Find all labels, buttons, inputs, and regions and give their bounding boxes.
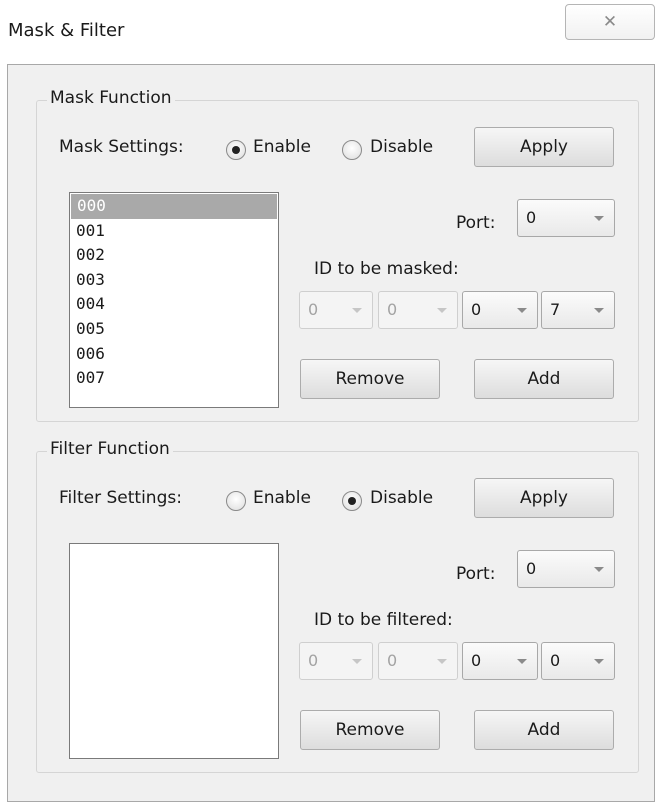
list-item[interactable]: 000 <box>71 194 277 219</box>
filter-add-button[interactable]: Add <box>474 710 614 750</box>
filter-id-digit-4[interactable]: 0 <box>541 642 615 680</box>
filter-id-digit-2: 0 <box>378 642 458 680</box>
filter-id-label: ID to be filtered: <box>314 610 453 630</box>
mask-remove-button[interactable]: Remove <box>300 359 440 399</box>
mask-id-digit-2: 0 <box>378 291 458 329</box>
chevron-down-icon <box>594 659 604 664</box>
mask-function-group: Mask Function Mask Settings: Enable Disa… <box>36 88 639 422</box>
filter-id-digit-3[interactable]: 0 <box>462 642 538 680</box>
mask-add-button[interactable]: Add <box>474 359 614 399</box>
window-title: Mask & Filter <box>8 20 125 41</box>
mask-port-dropdown[interactable]: 0 <box>517 199 615 237</box>
filter-port-label: Port: <box>456 564 496 584</box>
close-icon: ✕ <box>602 12 618 32</box>
mask-enable-radio[interactable] <box>226 140 246 160</box>
list-item[interactable]: 007 <box>70 366 278 391</box>
mask-id-digit-4[interactable]: 7 <box>541 291 615 329</box>
mask-disable-radio[interactable] <box>342 140 362 160</box>
mask-port-value: 0 <box>526 208 537 227</box>
mask-port-label: Port: <box>456 213 496 233</box>
filter-enable-label[interactable]: Enable <box>253 488 311 508</box>
chevron-down-icon <box>594 567 604 572</box>
list-item[interactable]: 006 <box>70 342 278 367</box>
chevron-down-icon <box>594 308 604 313</box>
filter-remove-button[interactable]: Remove <box>300 710 440 750</box>
title-bar: Mask & Filter ✕ <box>0 0 662 64</box>
close-button[interactable]: ✕ <box>565 4 655 40</box>
chevron-down-icon <box>517 659 527 664</box>
filter-disable-radio[interactable] <box>342 491 362 511</box>
chevron-down-icon <box>437 308 447 313</box>
filter-port-value: 0 <box>526 559 537 578</box>
mask-id-label: ID to be masked: <box>314 259 459 279</box>
mask-settings-label: Mask Settings: <box>59 137 184 157</box>
mask-id-digit-3[interactable]: 0 <box>462 291 538 329</box>
filter-enable-radio[interactable] <box>226 491 246 511</box>
dialog-client-area: Mask Function Mask Settings: Enable Disa… <box>7 64 655 802</box>
filter-apply-button[interactable]: Apply <box>474 478 614 518</box>
list-item[interactable]: 003 <box>70 268 278 293</box>
mask-disable-label[interactable]: Disable <box>370 137 433 157</box>
chevron-down-icon <box>594 216 604 221</box>
chevron-down-icon <box>352 308 362 313</box>
filter-settings-label: Filter Settings: <box>59 488 182 508</box>
filter-function-group: Filter Function Filter Settings: Enable … <box>36 439 639 773</box>
mask-apply-button[interactable]: Apply <box>474 127 614 167</box>
filter-group-title: Filter Function <box>47 439 173 459</box>
list-item[interactable]: 005 <box>70 317 278 342</box>
chevron-down-icon <box>437 659 447 664</box>
list-item[interactable]: 001 <box>70 219 278 244</box>
chevron-down-icon <box>352 659 362 664</box>
list-item[interactable]: 002 <box>70 243 278 268</box>
filter-port-dropdown[interactable]: 0 <box>517 550 615 588</box>
mask-id-digit-1: 0 <box>299 291 373 329</box>
mask-id-list[interactable]: 000 001 002 003 004 005 006 007 <box>69 192 279 408</box>
list-item[interactable]: 004 <box>70 292 278 317</box>
chevron-down-icon <box>517 308 527 313</box>
filter-id-digit-1: 0 <box>299 642 373 680</box>
mask-enable-label[interactable]: Enable <box>253 137 311 157</box>
filter-id-list[interactable] <box>69 543 279 759</box>
filter-disable-label[interactable]: Disable <box>370 488 433 508</box>
mask-group-title: Mask Function <box>47 88 175 108</box>
